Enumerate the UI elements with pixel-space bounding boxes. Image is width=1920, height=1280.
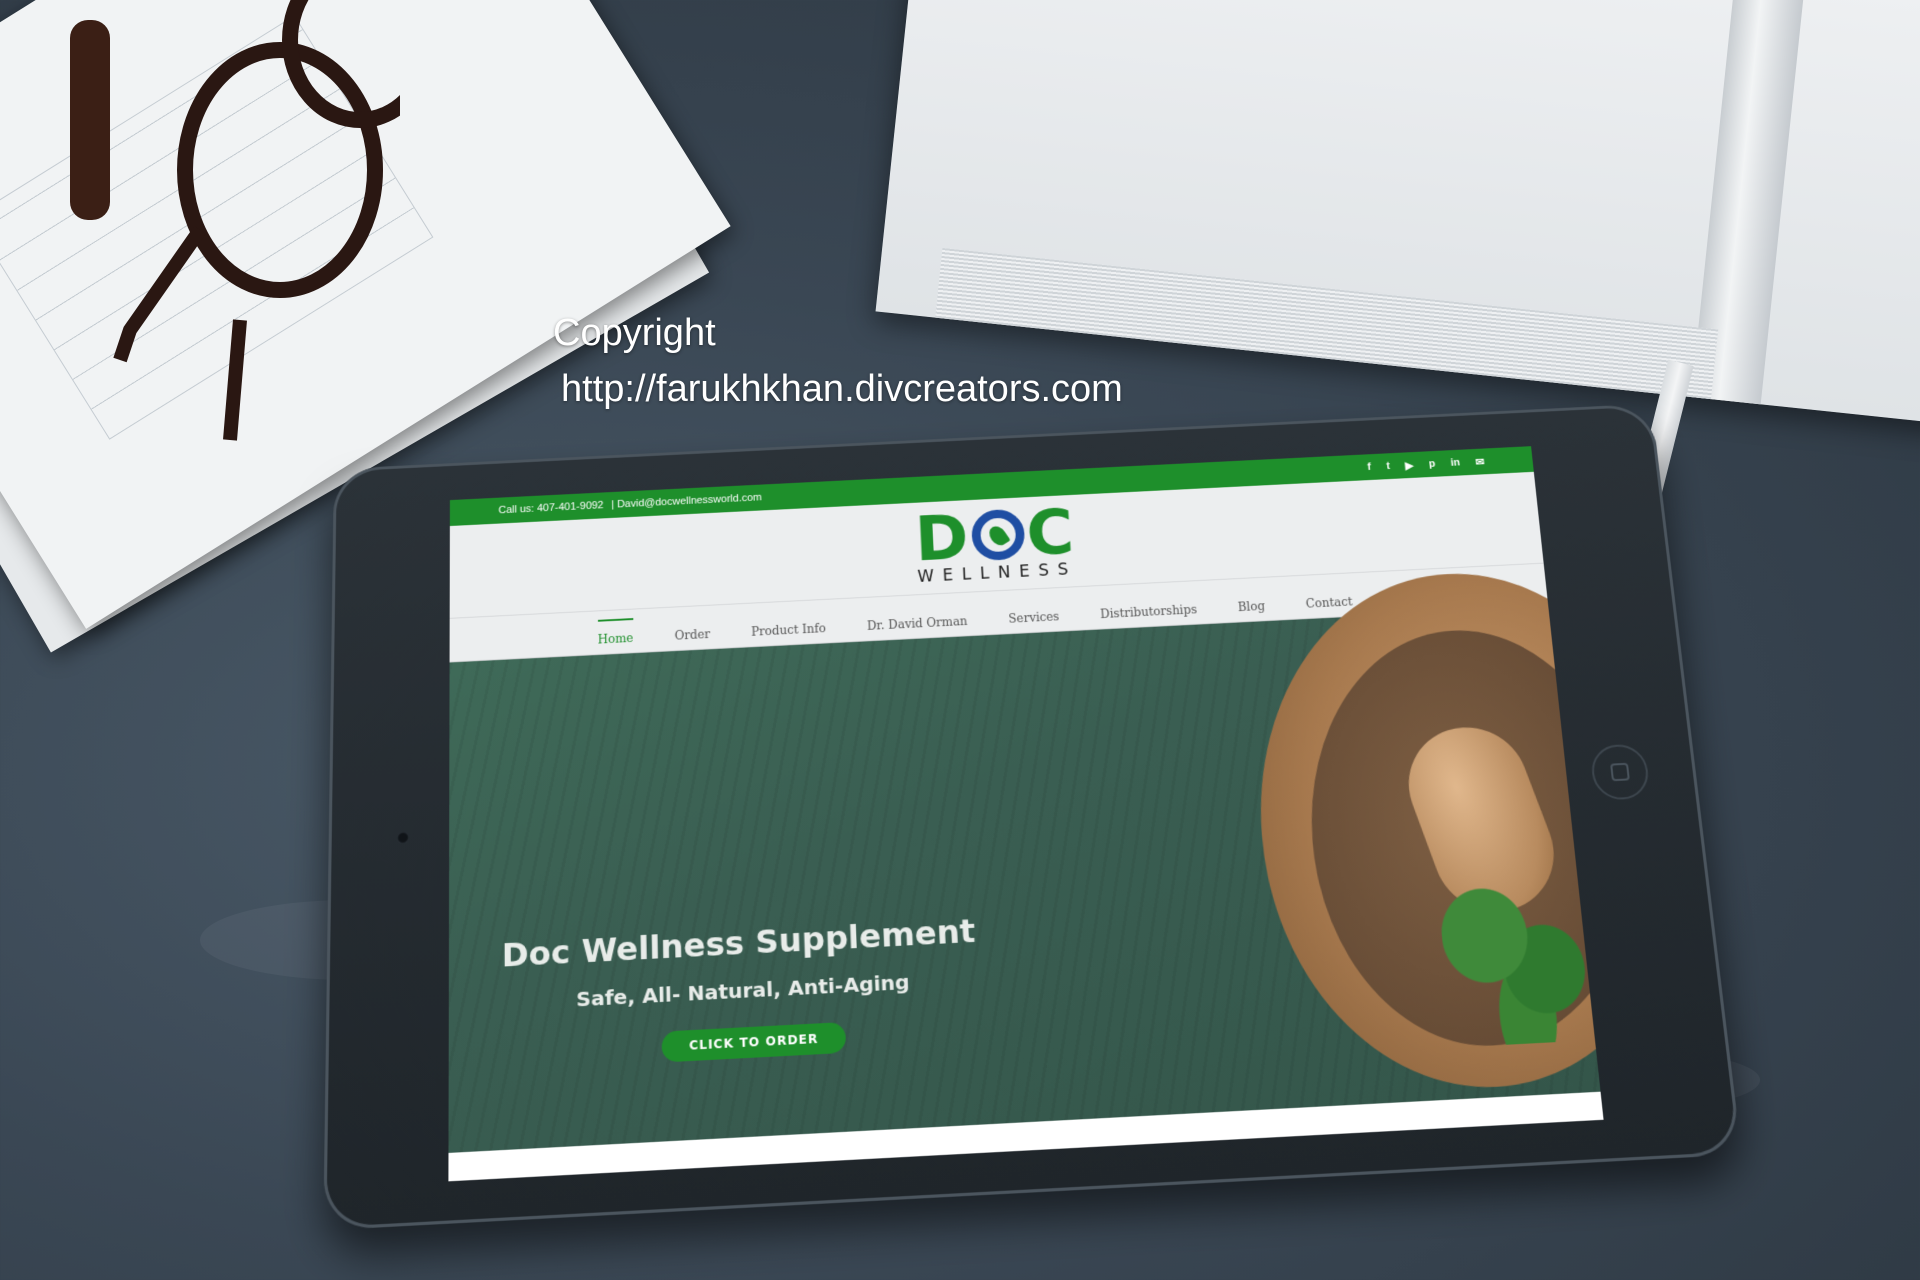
tablet-bezel: Call us: 407-401-9092 | David@docwellnes…: [323, 403, 1742, 1231]
nav-product-info[interactable]: Product Info: [751, 622, 826, 639]
youtube-icon[interactable]: ▶: [1405, 459, 1414, 471]
click-to-order-button[interactable]: CLICK TO ORDER: [661, 1021, 847, 1063]
tablet-screen: Call us: 407-401-9092 | David@docwellnes…: [448, 446, 1604, 1182]
eyeglasses: [70, 0, 400, 441]
logo-o-figure-icon: [970, 508, 1026, 562]
herb-leaves-image: [1435, 858, 1595, 1048]
nav-distributorships[interactable]: Distributorships: [1100, 603, 1198, 621]
linkedin-icon[interactable]: in: [1450, 457, 1461, 469]
camera-icon: [396, 831, 410, 844]
hero-subtitle: Safe, All- Natural, Anti-Aging: [576, 969, 911, 1012]
social-icons: f t ▶ p in ✉: [1367, 455, 1485, 473]
nav-dr-david-orman[interactable]: Dr. David Orman: [867, 614, 968, 632]
home-button[interactable]: [1589, 743, 1651, 801]
nav-home[interactable]: Home: [598, 631, 634, 646]
twitter-icon[interactable]: t: [1386, 460, 1391, 472]
tablet-device: Call us: 407-401-9092 | David@docwellnes…: [323, 403, 1746, 1263]
copyright-watermark: Copyright http://farukhkhan.divcreators.…: [553, 305, 1123, 417]
facebook-icon[interactable]: f: [1367, 461, 1372, 473]
nav-order[interactable]: Order: [674, 627, 710, 642]
nav-blog[interactable]: Blog: [1237, 599, 1265, 614]
logo-letter-d: D: [913, 501, 972, 576]
watermark-url: http://farukhkhan.divcreators.com: [561, 368, 1123, 410]
site-logo[interactable]: DC: [913, 496, 1077, 576]
hero-banner: Doc Wellness Supplement Safe, All- Natur…: [448, 563, 1604, 1153]
nav-contact[interactable]: Contact: [1305, 595, 1353, 611]
topbar-email[interactable]: | David@docwellnessworld.com: [611, 492, 762, 511]
mail-icon[interactable]: ✉: [1475, 455, 1485, 467]
watermark-copyright: Copyright: [553, 312, 716, 354]
pinterest-icon[interactable]: p: [1428, 458, 1436, 470]
nav-services[interactable]: Services: [1008, 610, 1059, 626]
logo-letter-c: C: [1024, 495, 1078, 570]
topbar-phone: Call us: 407-401-9092: [498, 499, 604, 517]
hero-title: Doc Wellness Supplement: [501, 911, 977, 975]
